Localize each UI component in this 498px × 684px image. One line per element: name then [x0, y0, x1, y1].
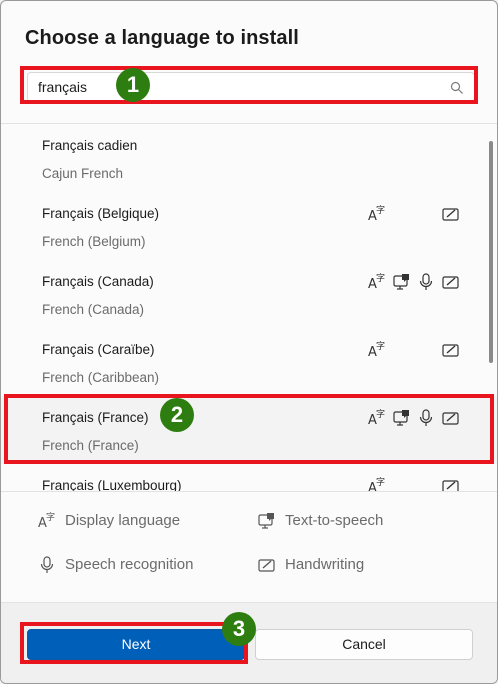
svg-text:字: 字 [376, 340, 385, 352]
dialog-title: Choose a language to install [25, 27, 299, 49]
speech-recognition-icon [416, 408, 436, 428]
display-language-icon: A字 [367, 204, 387, 224]
language-item-fr-cajun[interactable]: Français cadien Cajun French [1, 124, 497, 192]
language-english-name: French (France) [42, 438, 139, 453]
language-item-fr-be[interactable]: Français (Belgique) French (Belgium) A字 [1, 192, 497, 260]
language-item-fr-fr[interactable]: Français (France) French (France) A字 [1, 396, 497, 464]
display-language-icon: A字 [367, 272, 387, 292]
language-list[interactable]: Français cadien Cajun French Français (B… [1, 123, 497, 491]
svg-text:字: 字 [376, 476, 385, 488]
display-language-icon: A字 [367, 340, 387, 360]
legend-label: Display language [65, 512, 181, 529]
svg-text:字: 字 [46, 511, 55, 523]
handwriting-icon [441, 476, 461, 491]
display-language-icon: A字 [38, 511, 55, 531]
text-to-speech-icon [258, 513, 274, 529]
language-native-name: Français (Luxembourg) [42, 478, 182, 491]
speech-recognition-icon [40, 556, 54, 573]
handwriting-icon [441, 272, 461, 292]
text-to-speech-icon [392, 408, 412, 428]
step-badge-1: 1 [116, 68, 150, 102]
language-item-fr-lu[interactable]: Français (Luxembourg) A字 [1, 464, 497, 491]
language-english-name: French (Caribbean) [42, 370, 160, 385]
next-button[interactable]: Next [27, 629, 245, 660]
language-item-fr-ca[interactable]: Français (Canada) French (Canada) A字 [1, 260, 497, 328]
language-native-name: Français (Belgique) [42, 206, 160, 221]
handwriting-icon [441, 340, 461, 360]
legend-label: Handwriting [285, 556, 365, 573]
feature-legend: A字 Display language Text-to-speech Speec… [1, 491, 497, 601]
language-native-name: Français (France) [42, 410, 149, 425]
speech-recognition-icon [416, 272, 436, 292]
language-item-fr-caribbean[interactable]: Français (Caraïbe) French (Caribbean) A字 [1, 328, 497, 396]
step-badge-2: 2 [160, 398, 194, 432]
svg-text:字: 字 [376, 272, 385, 284]
handwriting-icon [441, 408, 461, 428]
handwriting-icon [441, 204, 461, 224]
language-english-name: French (Canada) [42, 302, 145, 317]
search-input-value: français [38, 79, 88, 95]
language-english-name: Cajun French [42, 166, 124, 181]
search-input[interactable]: français [27, 72, 475, 102]
language-native-name: Français (Canada) [42, 274, 154, 289]
text-to-speech-icon [392, 272, 412, 292]
cancel-button[interactable]: Cancel [255, 629, 473, 660]
language-english-name: French (Belgium) [42, 234, 146, 249]
search-icon[interactable] [450, 81, 464, 95]
language-native-name: Français (Caraïbe) [42, 342, 155, 357]
handwriting-icon [258, 559, 275, 572]
svg-text:字: 字 [376, 408, 385, 420]
step-badge-3: 3 [222, 612, 256, 646]
install-language-dialog: Choose a language to install français Fr… [0, 0, 498, 684]
svg-text:字: 字 [376, 204, 385, 216]
language-native-name: Français cadien [42, 138, 138, 153]
legend-label: Speech recognition [65, 556, 194, 573]
display-language-icon: A字 [367, 408, 387, 428]
list-scrollbar[interactable] [489, 141, 493, 363]
display-language-icon: A字 [367, 476, 387, 491]
legend-label: Text-to-speech [285, 512, 384, 529]
